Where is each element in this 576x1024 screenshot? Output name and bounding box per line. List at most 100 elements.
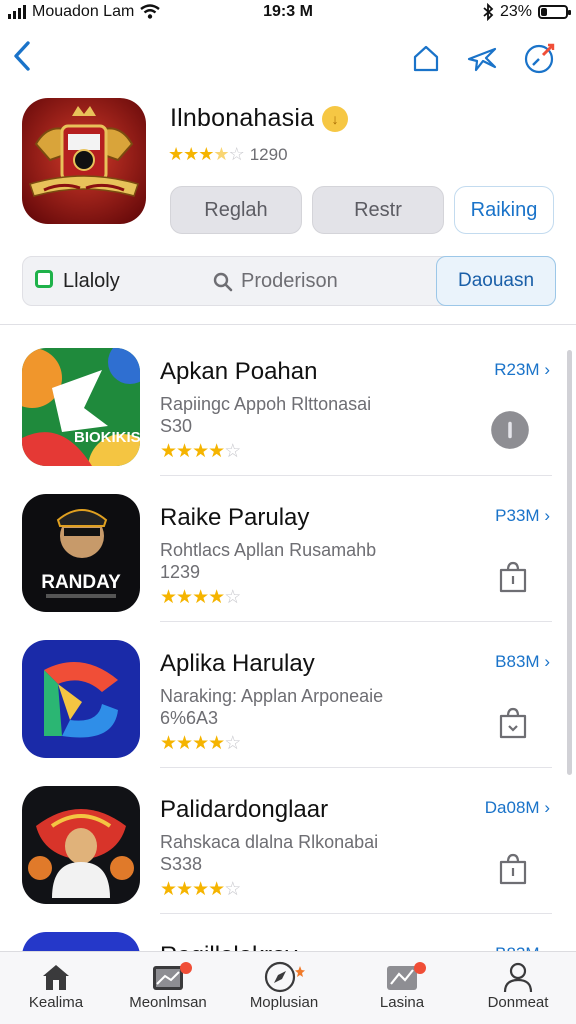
chevron-right-icon: › xyxy=(544,506,550,525)
app-rank-link[interactable]: Da08M › xyxy=(485,798,550,818)
star-icon: ★ xyxy=(192,879,209,900)
app-name: Aplika Harulay xyxy=(160,650,315,677)
star-icon: ★ xyxy=(198,144,214,164)
app-thumbnail-art: RANDAY xyxy=(22,494,140,612)
tab-lasina[interactable]: Lasina xyxy=(352,960,452,1011)
download-bag-icon[interactable] xyxy=(496,706,530,740)
tab-daouasn-label: Daouasn xyxy=(457,270,535,291)
app-rating-stars: ★★★★☆ xyxy=(160,878,241,901)
list-item[interactable]: RANDAY Raike Parulay Rohtlacs Apllan Rus… xyxy=(0,476,576,622)
app-thumbnail-art: BIOKIKIS xyxy=(22,348,140,466)
app-title-text: Ilnbonahasia xyxy=(170,104,315,132)
notification-badge xyxy=(414,962,426,974)
raiking-button[interactable]: Raiking xyxy=(454,186,554,234)
thumb-text: BIOKIKIS xyxy=(74,429,140,446)
app-thumbnail xyxy=(22,786,140,904)
app-rank-link[interactable]: R23M › xyxy=(494,360,550,380)
battery-fill xyxy=(541,8,547,16)
list-item[interactable]: BIOKIKIS Apkan Poahan Rapiingc Appoh Rlt… xyxy=(0,330,576,476)
star-icon: ★ xyxy=(176,587,193,608)
tab-bar: Kealima Meonlmsan Moplusian Lasina Donme… xyxy=(0,951,576,1024)
star-icon: ★ xyxy=(168,144,184,164)
reglah-button[interactable]: Reglah xyxy=(170,186,302,234)
tab-moplusian[interactable]: Moplusian xyxy=(234,960,334,1011)
star-icon: ★ xyxy=(176,733,193,754)
info-circle-icon[interactable] xyxy=(490,410,530,450)
airplane-icon xyxy=(467,47,497,72)
tab-meonlmsan[interactable]: Meonlmsan xyxy=(118,960,218,1011)
rating-stars: ★★★★☆ xyxy=(168,144,245,165)
app-name: Palidardonglaar xyxy=(160,796,329,823)
restr-button[interactable]: Restr xyxy=(312,186,444,234)
app-rank: Da08M xyxy=(484,798,540,817)
tab-label: Moplusian xyxy=(249,994,319,1011)
search-field[interactable]: Proderison xyxy=(213,270,338,293)
battery-percent: 23% xyxy=(499,3,532,20)
app-rank-link[interactable]: B83M › xyxy=(495,652,550,672)
reglah-button-label: Reglah xyxy=(204,198,268,221)
star-icon: ★ xyxy=(192,441,209,462)
tab-kealima[interactable]: Kealima xyxy=(6,960,106,1011)
chevron-right-icon: › xyxy=(544,652,550,671)
share-button[interactable] xyxy=(464,40,500,76)
app-size: 1239 xyxy=(160,562,201,582)
home-button[interactable] xyxy=(408,40,444,76)
app-header: Ilnbonahasia ↓ ★★★★☆ 1290 Reglah Restr R… xyxy=(22,98,554,234)
star-icon: ★ xyxy=(208,879,225,900)
app-subtitle: Naraking: Applan Arponeaie xyxy=(160,686,384,706)
app-subtitle: Rohtlacs Apllan Rusamahb xyxy=(160,540,377,560)
app-rank: P33M xyxy=(495,506,540,525)
back-button[interactable] xyxy=(4,38,40,74)
app-size: S338 xyxy=(160,854,203,874)
app-rating-stars: ★★★★☆ xyxy=(160,440,241,463)
app-name: Raike Parulay xyxy=(160,504,310,531)
star-icon: ★ xyxy=(160,587,177,608)
star-icon: ★ xyxy=(183,144,199,164)
tab-label: Kealima xyxy=(28,994,84,1011)
star-icon: ★ xyxy=(213,144,229,164)
thumb-text: RANDAY xyxy=(41,572,121,593)
app-thumbnail: BIOKIKIS xyxy=(22,348,140,466)
emblem-logo-icon xyxy=(22,98,146,224)
app-icon[interactable] xyxy=(22,98,146,224)
app-size: 6%6A3 xyxy=(160,708,219,728)
chevron-left-icon xyxy=(14,41,30,71)
list-item[interactable]: Palidardonglaar Rahskaca dlalna Rlkonaba… xyxy=(0,768,576,914)
app-rating-stars: ★★★★☆ xyxy=(160,732,241,755)
download-bag-icon[interactable] xyxy=(496,560,530,594)
compass-button[interactable] xyxy=(522,40,558,76)
section-divider xyxy=(0,324,576,325)
search-icon xyxy=(213,272,233,291)
tab-donmeat[interactable]: Donmeat xyxy=(468,960,568,1011)
home-outline-icon xyxy=(413,45,439,72)
status-bar: Mouadon Lam 19:3 M 23% xyxy=(0,0,576,26)
app-rank-link[interactable]: P33M › xyxy=(495,506,550,526)
scrollbar[interactable] xyxy=(567,350,572,775)
star-icon: ☆ xyxy=(224,587,241,608)
tab-label: Lasina xyxy=(379,994,425,1011)
star-icon: ★ xyxy=(192,587,209,608)
list-item[interactable]: Aplika Harulay Naraking: Applan Arponeai… xyxy=(0,622,576,768)
star-icon: ★ xyxy=(176,441,193,462)
filter-label: Llaloly xyxy=(63,270,120,292)
star-icon: ☆ xyxy=(224,879,241,900)
star-icon: ★ xyxy=(160,879,177,900)
battery-icon xyxy=(538,5,571,19)
app-subtitle: Rapiingc Appoh Rlttonasai xyxy=(160,394,372,414)
star-icon: ★ xyxy=(160,441,177,462)
filter-checkbox[interactable] xyxy=(35,270,53,288)
filter-toolbar: Llaloly Proderison Daouasn xyxy=(22,256,556,306)
star-icon: ★ xyxy=(208,587,225,608)
navigation-bar xyxy=(0,36,576,80)
rating-count: 1290 xyxy=(249,144,288,164)
tab-daouasn[interactable]: Daouasn xyxy=(436,256,556,306)
app-rating-stars: ★★★★☆ xyxy=(160,586,241,609)
tab-label: Donmeat xyxy=(487,994,549,1011)
compass-icon xyxy=(524,43,555,74)
star-icon: ★ xyxy=(160,733,177,754)
download-bag-icon[interactable] xyxy=(496,852,530,886)
star-icon: ★ xyxy=(192,733,209,754)
compass-star-icon xyxy=(264,961,305,993)
app-title: Ilnbonahasia ↓ xyxy=(170,104,349,133)
app-rank: B83M xyxy=(495,652,540,671)
